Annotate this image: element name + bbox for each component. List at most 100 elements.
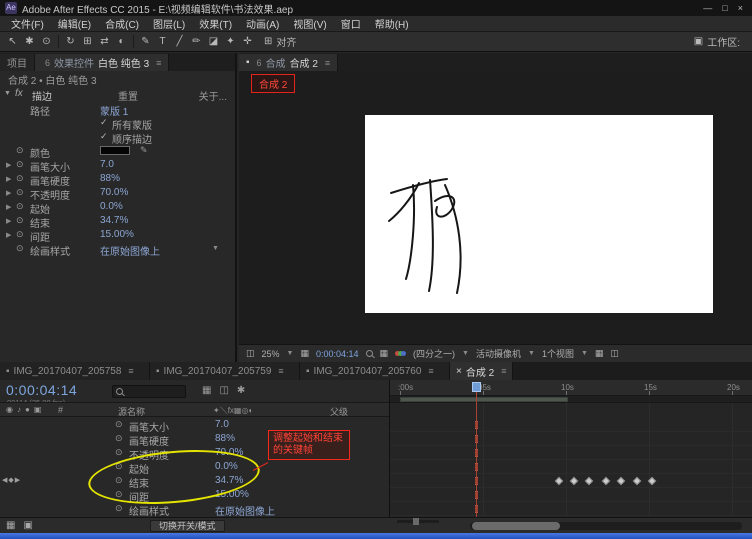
keyframe-diamond[interactable] (616, 476, 626, 486)
expand-icon[interactable]: ▶ (6, 189, 11, 197)
stopwatch-icon[interactable]: ⊙ (115, 447, 123, 458)
magnification-value[interactable]: 25% (262, 349, 280, 359)
dropdown-arrow-icon[interactable]: ▼ (581, 350, 588, 357)
scrollbar-thumb[interactable] (472, 522, 560, 530)
clone-stamp-tool-icon[interactable]: ✏ (188, 33, 205, 51)
checkbox-checked-icon[interactable]: ✓ (100, 131, 108, 142)
region-of-interest-icon[interactable] (365, 350, 373, 357)
rotation-tool-icon[interactable]: ◐ (113, 33, 130, 51)
comp-timecode[interactable]: 0:00:04:14 (316, 349, 359, 359)
keyframe-diamond[interactable] (584, 476, 594, 486)
stopwatch-icon[interactable]: ⊙ (16, 145, 24, 156)
pan-camera-tool-icon[interactable]: ⊞ (79, 33, 96, 51)
composition-mini-flowchart-icon[interactable]: ▦ (202, 385, 211, 396)
camera-value[interactable]: 活动摄像机 (476, 347, 521, 360)
expand-icon[interactable]: ▶ (6, 175, 11, 183)
menu-window[interactable]: 窗口 (334, 16, 368, 31)
composition-viewer[interactable]: 合成 2 (239, 71, 752, 344)
menu-animation[interactable]: 动画(A) (239, 16, 286, 31)
panel-menu-icon[interactable]: ≡ (278, 366, 283, 376)
dropdown-arrow-icon[interactable]: ▼ (212, 245, 219, 252)
hand-tool-icon[interactable]: ✱ (21, 33, 38, 51)
lock-column-icon[interactable]: ▣ (34, 405, 46, 414)
property-value[interactable]: 15.00% (100, 229, 134, 240)
orbit-camera-tool-icon[interactable]: ↻ (62, 33, 79, 51)
timeline-tab-img3[interactable]: ▪ IMG_20170407_205760 ≡ (300, 362, 450, 380)
roto-brush-tool-icon[interactable]: ✦ (222, 33, 239, 51)
reset-link[interactable]: 重置 (118, 88, 138, 103)
current-timecode[interactable]: 0:00:04:14 (6, 382, 77, 398)
timeline-tab-comp2[interactable]: × 合成 2 ≡ (450, 362, 514, 380)
menu-layer[interactable]: 图层(L) (146, 16, 192, 31)
stopwatch-icon[interactable]: ⊙ (16, 215, 24, 226)
dropdown-arrow-icon[interactable]: ▼ (462, 350, 469, 357)
fx-badge-icon[interactable]: fx (15, 88, 23, 99)
source-name-column[interactable]: 源名称 (118, 405, 145, 418)
menu-composition[interactable]: 合成(C) (98, 16, 146, 31)
eraser-tool-icon[interactable]: ◪ (205, 33, 222, 51)
property-value[interactable]: 70.0% (100, 187, 128, 198)
expand-icon[interactable]: ▶ (6, 203, 11, 211)
menu-effect[interactable]: 效果(T) (192, 16, 239, 31)
brush-tool-icon[interactable]: ╱ (171, 33, 188, 51)
stopwatch-icon[interactable]: ⊙ (16, 229, 24, 240)
resolution-value[interactable]: (四分之一) (413, 347, 455, 360)
audio-column-icon[interactable]: ♪ (17, 405, 25, 414)
panel-menu-icon[interactable]: ≡ (128, 366, 133, 376)
pen-tool-icon[interactable]: ✎ (137, 33, 154, 51)
next-keyframe-icon[interactable]: ▶ (15, 477, 21, 484)
minimize-button[interactable]: — (703, 3, 712, 13)
about-link[interactable]: 关于... (199, 88, 227, 103)
expand-icon[interactable]: ▶ (6, 217, 11, 225)
dolly-camera-tool-icon[interactable]: ⇄ (96, 33, 113, 51)
property-value[interactable]: 88% (100, 173, 120, 184)
stopwatch-icon[interactable]: ⊙ (115, 475, 123, 486)
current-time-indicator-handle[interactable] (471, 382, 481, 392)
composition-canvas[interactable] (365, 115, 713, 313)
toggle-switches-modes-button[interactable]: 切换开关/模式 (150, 520, 225, 532)
eyedropper-icon[interactable]: ✎ (140, 145, 148, 156)
channel-icon[interactable] (395, 351, 407, 356)
stopwatch-icon[interactable]: ⊙ (115, 433, 123, 444)
draft-3d-icon[interactable]: ◫ (219, 385, 228, 396)
keyframe-diamond[interactable] (570, 476, 579, 486)
solo-column-icon[interactable]: ● (25, 405, 34, 414)
grid-options-icon[interactable]: ▦ (300, 348, 309, 359)
stopwatch-icon[interactable]: ⊙ (16, 159, 24, 170)
property-value[interactable]: 0.0% (215, 461, 238, 472)
stopwatch-icon[interactable]: ⊙ (115, 489, 123, 500)
tab-effect-controls[interactable]: 6 效果控件 白色 纯色 3 ≡ (35, 54, 170, 71)
stopwatch-icon[interactable]: ⊙ (16, 243, 24, 254)
timeline-button-icon[interactable]: ◫ (610, 348, 619, 359)
timeline-track-area[interactable]: :00s 05s 10s 15s 20s (390, 380, 752, 517)
color-swatch[interactable] (100, 146, 130, 155)
maximize-button[interactable]: □ (722, 3, 727, 13)
keyframe-diamond[interactable] (648, 476, 657, 486)
tab-composition[interactable]: ▪ 6 合成 合成 2 ≡ (239, 54, 339, 71)
menu-help[interactable]: 帮助(H) (368, 16, 416, 31)
stopwatch-icon[interactable]: ⊙ (115, 503, 123, 514)
close-tab-icon[interactable]: × (456, 366, 462, 377)
panel-menu-icon[interactable]: ≡ (156, 58, 161, 68)
stopwatch-icon[interactable]: ⊙ (16, 187, 24, 198)
property-value[interactable]: 15.00% (215, 489, 249, 500)
timeline-tab-img2[interactable]: ▪ IMG_20170407_205759 ≡ (150, 362, 300, 380)
selection-tool-icon[interactable]: ↖ (4, 33, 21, 51)
timeline-search-input[interactable] (112, 385, 186, 398)
expand-layers-icon[interactable]: ▦ (6, 520, 15, 531)
expand-icon[interactable]: ▶ (6, 231, 11, 239)
align-label[interactable]: 对齐 (276, 34, 296, 49)
property-value[interactable]: 0.0% (100, 201, 123, 212)
property-value[interactable]: 7.0 (100, 159, 114, 170)
property-value[interactable]: 70.0% (215, 447, 243, 458)
panel-menu-icon[interactable]: ≡ (428, 366, 433, 376)
stopwatch-icon[interactable]: ⊙ (16, 173, 24, 184)
menu-view[interactable]: 视图(V) (286, 16, 333, 31)
property-value[interactable]: 88% (215, 433, 235, 444)
property-value[interactable]: 在原始图像上 (215, 503, 275, 518)
zoom-slider-thumb[interactable] (413, 518, 419, 525)
dropdown-arrow-icon[interactable]: ▼ (528, 350, 535, 357)
workspace-label[interactable]: 工作区: (707, 34, 740, 49)
timeline-zoom-control[interactable] (394, 518, 442, 525)
zoom-tool-icon[interactable]: ⊙ (38, 33, 55, 51)
